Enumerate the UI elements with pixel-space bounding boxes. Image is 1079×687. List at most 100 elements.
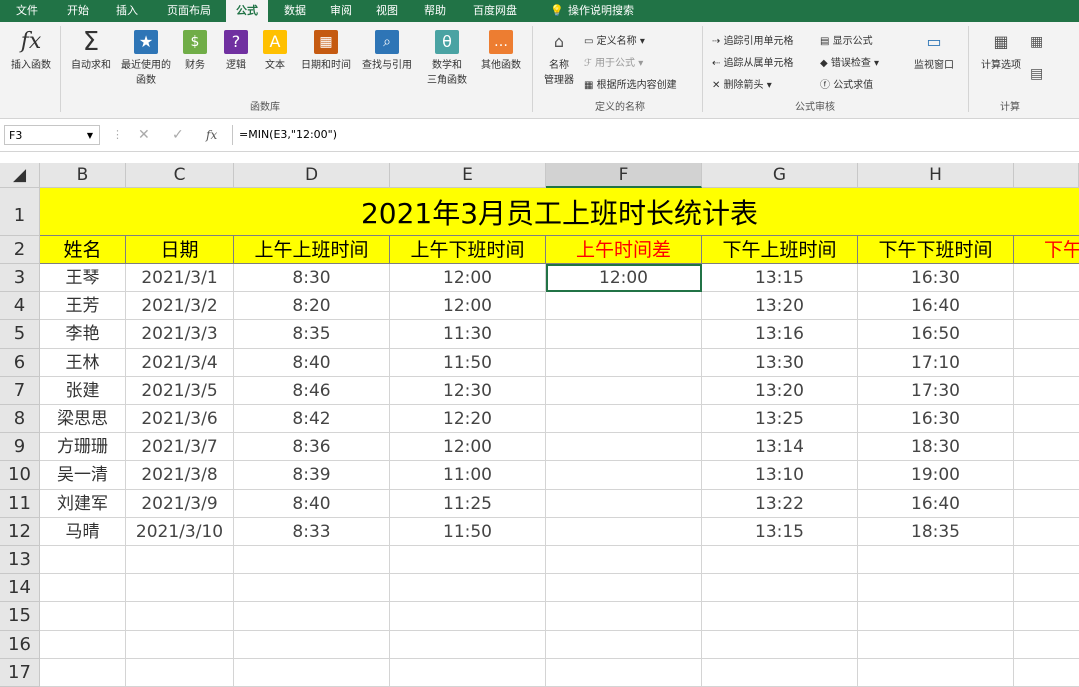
cell[interactable]: 16:50 — [858, 320, 1014, 349]
use-in-formula-button[interactable]: ℱ 用于公式 ▾ — [584, 54, 643, 69]
header-am-start[interactable]: 上午上班时间 — [234, 236, 390, 264]
cell[interactable]: 18:35 — [858, 517, 1014, 546]
cell[interactable]: 16:40 — [858, 292, 1014, 321]
cell[interactable] — [702, 602, 858, 631]
cell[interactable]: 8:46 — [234, 376, 390, 405]
cell[interactable] — [546, 546, 702, 575]
cell[interactable]: 16:30 — [858, 405, 1014, 434]
cell[interactable] — [858, 658, 1014, 687]
cell[interactable]: 刘建军 — [40, 489, 126, 518]
tab-formulas[interactable]: 公式 — [226, 0, 268, 22]
column-header-f[interactable]: F — [546, 163, 702, 188]
cell[interactable]: 12:00 — [390, 433, 546, 462]
row-header-5[interactable]: 5 — [0, 320, 40, 349]
cell[interactable]: 2021/3/8 — [126, 461, 234, 490]
header-date[interactable]: 日期 — [126, 236, 234, 264]
column-header-d[interactable]: D — [234, 163, 390, 188]
cell[interactable] — [390, 546, 546, 575]
tab-file[interactable]: 文件 — [8, 0, 46, 22]
row-header-1[interactable]: 1 — [0, 188, 40, 236]
cell[interactable] — [546, 602, 702, 631]
cell[interactable]: 13:20 — [702, 376, 858, 405]
cell[interactable]: 8:20 — [234, 292, 390, 321]
logical-button[interactable]: ? 逻辑 — [218, 30, 254, 71]
name-manager-button[interactable]: ⌂ 名称 管理器 — [538, 30, 580, 86]
trace-dependents-button[interactable]: ⇠ 追踪从属单元格 — [712, 54, 794, 69]
column-header-i[interactable] — [1014, 163, 1079, 188]
cell[interactable]: 18:30 — [858, 433, 1014, 462]
cell[interactable]: 2021/3/3 — [126, 320, 234, 349]
evaluate-formula-button[interactable]: ⓕ 公式求值 — [820, 76, 873, 91]
autosum-button[interactable]: Σ 自动求和 — [66, 29, 116, 71]
cell[interactable]: 13:15 — [702, 264, 858, 293]
insert-function-button[interactable]: fx 插入函数 — [6, 30, 56, 72]
row-header-10[interactable]: 10 — [0, 461, 40, 490]
cell[interactable]: 19:00 — [858, 461, 1014, 490]
error-checking-button[interactable]: ◆ 错误检查 ▾ — [820, 54, 879, 69]
cell[interactable] — [1014, 320, 1079, 349]
cell[interactable]: 13:16 — [702, 320, 858, 349]
select-all-corner[interactable]: ◢ — [0, 163, 40, 188]
cell[interactable] — [858, 546, 1014, 575]
insert-function-fx-icon[interactable]: fx — [206, 125, 217, 145]
more-functions-button[interactable]: … 其他函数 — [476, 30, 526, 71]
cell[interactable]: 2021/3/6 — [126, 405, 234, 434]
column-header-h[interactable]: H — [858, 163, 1014, 188]
enter-icon[interactable]: ✓ — [172, 125, 184, 145]
cell[interactable] — [1014, 433, 1079, 462]
tab-page-layout[interactable]: 页面布局 — [156, 0, 222, 22]
cell[interactable]: 11:50 — [390, 517, 546, 546]
cell[interactable] — [546, 489, 702, 518]
row-header-4[interactable]: 4 — [0, 292, 40, 321]
financial-button[interactable]: $ 财务 — [176, 30, 214, 71]
calc-options-button[interactable]: ▦ 计算选项 — [974, 30, 1028, 71]
cell[interactable] — [1014, 405, 1079, 434]
cell[interactable] — [1014, 546, 1079, 575]
cell[interactable]: 2021/3/10 — [126, 517, 234, 546]
cell[interactable]: 11:00 — [390, 461, 546, 490]
cell[interactable]: 17:10 — [858, 348, 1014, 377]
row-header-3[interactable]: 3 — [0, 264, 40, 293]
tab-baidu-netdisk[interactable]: 百度网盘 — [462, 0, 528, 22]
column-header-g[interactable]: G — [702, 163, 858, 188]
cell[interactable] — [546, 630, 702, 659]
cell[interactable]: 方珊珊 — [40, 433, 126, 462]
define-name-button[interactable]: ▭ 定义名称 ▾ — [584, 32, 645, 47]
cell[interactable]: 13:15 — [702, 517, 858, 546]
cell[interactable] — [234, 658, 390, 687]
cell[interactable] — [126, 630, 234, 659]
math-trig-button[interactable]: θ 数学和 三角函数 — [420, 30, 474, 86]
cell[interactable] — [234, 630, 390, 659]
sheet-title[interactable]: 2021年3月员工上班时长统计表 — [40, 188, 1079, 236]
cell[interactable] — [858, 574, 1014, 603]
cell[interactable]: 2021/3/5 — [126, 376, 234, 405]
cell[interactable] — [1014, 490, 1079, 518]
cell[interactable]: 12:30 — [390, 376, 546, 405]
row-header-17[interactable]: 17 — [0, 658, 40, 687]
row-header-9[interactable]: 9 — [0, 433, 40, 462]
cell[interactable] — [546, 517, 702, 546]
tab-home[interactable]: 开始 — [58, 0, 98, 22]
column-header-b[interactable]: B — [40, 163, 126, 188]
calc-sheet-icon[interactable]: ▤ — [1030, 66, 1043, 82]
formula-input[interactable]: =MIN(E3,"12:00") — [232, 125, 1072, 145]
cell[interactable]: 8:40 — [234, 489, 390, 518]
name-box[interactable]: F3 ▼ — [4, 125, 100, 145]
cell[interactable]: 12:00 — [390, 292, 546, 321]
cell[interactable] — [546, 320, 702, 349]
cell[interactable]: 16:30 — [858, 264, 1014, 293]
cell[interactable]: 2021/3/1 — [126, 264, 234, 293]
cell[interactable] — [1014, 377, 1079, 405]
cell[interactable] — [1014, 292, 1079, 321]
tab-data[interactable]: 数据 — [276, 0, 314, 22]
cell[interactable] — [546, 574, 702, 603]
cell[interactable]: 13:30 — [702, 348, 858, 377]
cell[interactable] — [390, 602, 546, 631]
cell[interactable]: 17:30 — [858, 376, 1014, 405]
cell[interactable] — [858, 630, 1014, 659]
tab-view[interactable]: 视图 — [368, 0, 406, 22]
cell[interactable] — [1014, 264, 1079, 293]
cell[interactable]: 12:00 — [390, 264, 546, 293]
cell[interactable] — [40, 574, 126, 603]
cell[interactable]: 8:33 — [234, 517, 390, 546]
